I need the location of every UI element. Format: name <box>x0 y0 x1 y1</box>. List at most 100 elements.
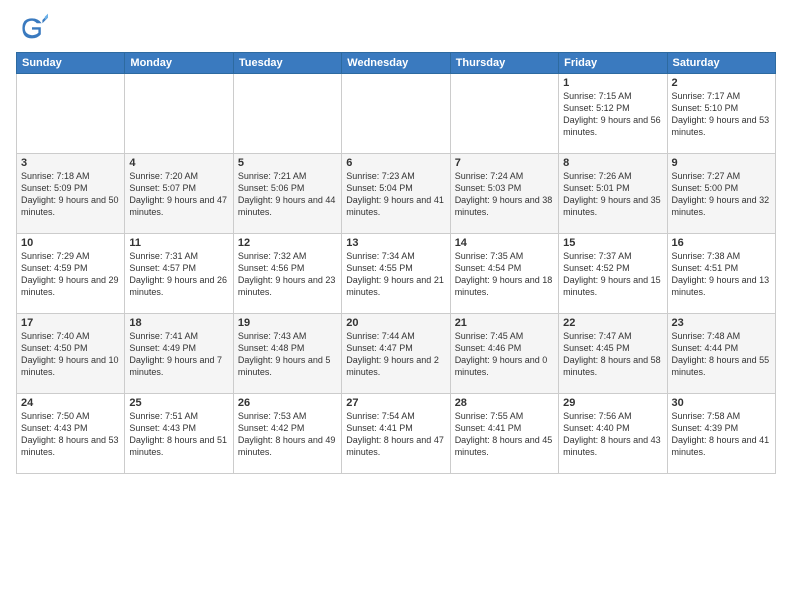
day-number: 21 <box>455 317 554 329</box>
logo-icon <box>16 12 48 44</box>
day-info: Sunrise: 7:15 AM Sunset: 5:12 PM Dayligh… <box>563 90 662 139</box>
day-info: Sunrise: 7:27 AM Sunset: 5:00 PM Dayligh… <box>672 170 771 219</box>
day-info: Sunrise: 7:45 AM Sunset: 4:46 PM Dayligh… <box>455 330 554 379</box>
day-info: Sunrise: 7:55 AM Sunset: 4:41 PM Dayligh… <box>455 410 554 459</box>
calendar-cell: 20Sunrise: 7:44 AM Sunset: 4:47 PM Dayli… <box>342 314 450 394</box>
day-number: 1 <box>563 77 662 89</box>
day-number: 14 <box>455 237 554 249</box>
day-number: 15 <box>563 237 662 249</box>
day-number: 2 <box>672 77 771 89</box>
day-number: 28 <box>455 397 554 409</box>
calendar-cell: 9Sunrise: 7:27 AM Sunset: 5:00 PM Daylig… <box>667 154 775 234</box>
calendar-cell: 13Sunrise: 7:34 AM Sunset: 4:55 PM Dayli… <box>342 234 450 314</box>
calendar-cell <box>125 74 233 154</box>
calendar-cell <box>233 74 341 154</box>
calendar-cell: 17Sunrise: 7:40 AM Sunset: 4:50 PM Dayli… <box>17 314 125 394</box>
calendar-cell: 21Sunrise: 7:45 AM Sunset: 4:46 PM Dayli… <box>450 314 558 394</box>
day-number: 25 <box>129 397 228 409</box>
day-number: 26 <box>238 397 337 409</box>
calendar-cell: 1Sunrise: 7:15 AM Sunset: 5:12 PM Daylig… <box>559 74 667 154</box>
calendar-cell: 27Sunrise: 7:54 AM Sunset: 4:41 PM Dayli… <box>342 394 450 474</box>
day-number: 24 <box>21 397 120 409</box>
day-number: 30 <box>672 397 771 409</box>
day-number: 20 <box>346 317 445 329</box>
day-info: Sunrise: 7:32 AM Sunset: 4:56 PM Dayligh… <box>238 250 337 299</box>
calendar-cell: 10Sunrise: 7:29 AM Sunset: 4:59 PM Dayli… <box>17 234 125 314</box>
calendar-cell: 30Sunrise: 7:58 AM Sunset: 4:39 PM Dayli… <box>667 394 775 474</box>
day-info: Sunrise: 7:38 AM Sunset: 4:51 PM Dayligh… <box>672 250 771 299</box>
day-number: 29 <box>563 397 662 409</box>
day-info: Sunrise: 7:48 AM Sunset: 4:44 PM Dayligh… <box>672 330 771 379</box>
calendar-cell: 29Sunrise: 7:56 AM Sunset: 4:40 PM Dayli… <box>559 394 667 474</box>
day-info: Sunrise: 7:41 AM Sunset: 4:49 PM Dayligh… <box>129 330 228 379</box>
day-info: Sunrise: 7:21 AM Sunset: 5:06 PM Dayligh… <box>238 170 337 219</box>
calendar-cell: 25Sunrise: 7:51 AM Sunset: 4:43 PM Dayli… <box>125 394 233 474</box>
calendar-cell: 6Sunrise: 7:23 AM Sunset: 5:04 PM Daylig… <box>342 154 450 234</box>
day-number: 6 <box>346 157 445 169</box>
day-info: Sunrise: 7:54 AM Sunset: 4:41 PM Dayligh… <box>346 410 445 459</box>
day-number: 17 <box>21 317 120 329</box>
day-number: 3 <box>21 157 120 169</box>
calendar-cell <box>450 74 558 154</box>
day-number: 12 <box>238 237 337 249</box>
day-info: Sunrise: 7:56 AM Sunset: 4:40 PM Dayligh… <box>563 410 662 459</box>
day-number: 19 <box>238 317 337 329</box>
day-info: Sunrise: 7:24 AM Sunset: 5:03 PM Dayligh… <box>455 170 554 219</box>
weekday-header-row: SundayMondayTuesdayWednesdayThursdayFrid… <box>17 53 776 74</box>
calendar-cell <box>17 74 125 154</box>
weekday-header: Monday <box>125 53 233 74</box>
weekday-header: Wednesday <box>342 53 450 74</box>
day-number: 4 <box>129 157 228 169</box>
day-info: Sunrise: 7:23 AM Sunset: 5:04 PM Dayligh… <box>346 170 445 219</box>
calendar-cell: 4Sunrise: 7:20 AM Sunset: 5:07 PM Daylig… <box>125 154 233 234</box>
day-number: 18 <box>129 317 228 329</box>
calendar-cell: 2Sunrise: 7:17 AM Sunset: 5:10 PM Daylig… <box>667 74 775 154</box>
day-info: Sunrise: 7:29 AM Sunset: 4:59 PM Dayligh… <box>21 250 120 299</box>
calendar-cell: 22Sunrise: 7:47 AM Sunset: 4:45 PM Dayli… <box>559 314 667 394</box>
day-info: Sunrise: 7:50 AM Sunset: 4:43 PM Dayligh… <box>21 410 120 459</box>
calendar-cell: 18Sunrise: 7:41 AM Sunset: 4:49 PM Dayli… <box>125 314 233 394</box>
weekday-header: Sunday <box>17 53 125 74</box>
logo <box>16 12 52 44</box>
day-number: 11 <box>129 237 228 249</box>
weekday-header: Thursday <box>450 53 558 74</box>
day-info: Sunrise: 7:51 AM Sunset: 4:43 PM Dayligh… <box>129 410 228 459</box>
calendar-cell: 5Sunrise: 7:21 AM Sunset: 5:06 PM Daylig… <box>233 154 341 234</box>
day-info: Sunrise: 7:53 AM Sunset: 4:42 PM Dayligh… <box>238 410 337 459</box>
day-number: 7 <box>455 157 554 169</box>
calendar-cell: 19Sunrise: 7:43 AM Sunset: 4:48 PM Dayli… <box>233 314 341 394</box>
calendar-cell: 12Sunrise: 7:32 AM Sunset: 4:56 PM Dayli… <box>233 234 341 314</box>
day-number: 13 <box>346 237 445 249</box>
week-row: 3Sunrise: 7:18 AM Sunset: 5:09 PM Daylig… <box>17 154 776 234</box>
week-row: 17Sunrise: 7:40 AM Sunset: 4:50 PM Dayli… <box>17 314 776 394</box>
calendar-cell: 26Sunrise: 7:53 AM Sunset: 4:42 PM Dayli… <box>233 394 341 474</box>
calendar-cell: 16Sunrise: 7:38 AM Sunset: 4:51 PM Dayli… <box>667 234 775 314</box>
week-row: 1Sunrise: 7:15 AM Sunset: 5:12 PM Daylig… <box>17 74 776 154</box>
calendar-cell: 15Sunrise: 7:37 AM Sunset: 4:52 PM Dayli… <box>559 234 667 314</box>
calendar-cell: 3Sunrise: 7:18 AM Sunset: 5:09 PM Daylig… <box>17 154 125 234</box>
day-number: 27 <box>346 397 445 409</box>
day-info: Sunrise: 7:35 AM Sunset: 4:54 PM Dayligh… <box>455 250 554 299</box>
day-info: Sunrise: 7:18 AM Sunset: 5:09 PM Dayligh… <box>21 170 120 219</box>
header <box>16 12 776 44</box>
day-number: 22 <box>563 317 662 329</box>
day-info: Sunrise: 7:40 AM Sunset: 4:50 PM Dayligh… <box>21 330 120 379</box>
day-info: Sunrise: 7:47 AM Sunset: 4:45 PM Dayligh… <box>563 330 662 379</box>
day-info: Sunrise: 7:44 AM Sunset: 4:47 PM Dayligh… <box>346 330 445 379</box>
calendar-cell: 24Sunrise: 7:50 AM Sunset: 4:43 PM Dayli… <box>17 394 125 474</box>
day-number: 10 <box>21 237 120 249</box>
calendar: SundayMondayTuesdayWednesdayThursdayFrid… <box>16 52 776 474</box>
week-row: 24Sunrise: 7:50 AM Sunset: 4:43 PM Dayli… <box>17 394 776 474</box>
day-info: Sunrise: 7:58 AM Sunset: 4:39 PM Dayligh… <box>672 410 771 459</box>
calendar-cell: 8Sunrise: 7:26 AM Sunset: 5:01 PM Daylig… <box>559 154 667 234</box>
day-info: Sunrise: 7:20 AM Sunset: 5:07 PM Dayligh… <box>129 170 228 219</box>
day-info: Sunrise: 7:34 AM Sunset: 4:55 PM Dayligh… <box>346 250 445 299</box>
day-number: 23 <box>672 317 771 329</box>
calendar-cell: 28Sunrise: 7:55 AM Sunset: 4:41 PM Dayli… <box>450 394 558 474</box>
day-info: Sunrise: 7:31 AM Sunset: 4:57 PM Dayligh… <box>129 250 228 299</box>
weekday-header: Friday <box>559 53 667 74</box>
day-number: 9 <box>672 157 771 169</box>
calendar-cell <box>342 74 450 154</box>
day-info: Sunrise: 7:26 AM Sunset: 5:01 PM Dayligh… <box>563 170 662 219</box>
calendar-cell: 14Sunrise: 7:35 AM Sunset: 4:54 PM Dayli… <box>450 234 558 314</box>
